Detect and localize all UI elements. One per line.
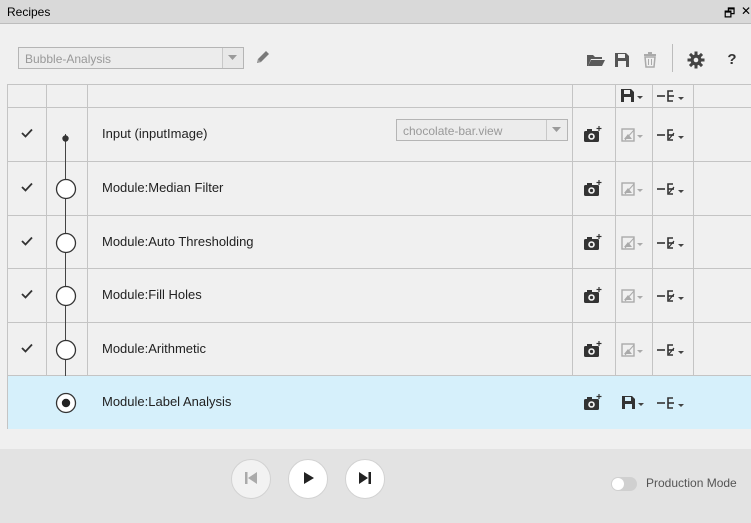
- input-node-icon: [62, 131, 69, 145]
- checkmark-icon[interactable]: [21, 181, 33, 195]
- export-dropdown-icon[interactable]: [657, 236, 687, 250]
- gear-icon[interactable]: [686, 50, 706, 70]
- restore-icon[interactable]: 🗗: [724, 4, 735, 25]
- module-node-icon: [55, 285, 77, 310]
- module-node-icon: [55, 178, 77, 203]
- checkmark-icon[interactable]: [21, 288, 33, 302]
- step-name: Module:Auto Thresholding: [102, 234, 254, 249]
- skip-back-button[interactable]: [231, 459, 271, 499]
- grid-line: [7, 84, 751, 85]
- export-dropdown-icon[interactable]: [657, 343, 687, 357]
- help-icon[interactable]: ?: [722, 49, 742, 69]
- step-name: Input (inputImage): [102, 126, 208, 141]
- production-mode-toggle[interactable]: [611, 477, 637, 491]
- view-select-value: chocolate-bar.view: [403, 124, 503, 138]
- recipe-select[interactable]: Bubble-Analysis: [18, 47, 244, 69]
- snapshot-camera-icon[interactable]: [583, 340, 603, 358]
- title-bar: Recipes 🗗 ✕: [0, 0, 751, 24]
- toolbar-separator: [672, 44, 673, 72]
- window-title: Recipes: [7, 5, 51, 19]
- chevron-down-icon[interactable]: [546, 120, 567, 140]
- checkmark-icon[interactable]: [21, 342, 33, 356]
- skip-back-icon: [243, 470, 259, 489]
- export-image-icon[interactable]: [621, 288, 647, 304]
- snapshot-camera-icon[interactable]: [583, 393, 603, 411]
- view-select[interactable]: chocolate-bar.view: [396, 119, 568, 141]
- step-name: Module:Fill Holes: [102, 287, 202, 302]
- snapshot-camera-icon[interactable]: [583, 233, 603, 251]
- export-image-icon[interactable]: [621, 235, 647, 251]
- snapshot-camera-icon[interactable]: [583, 286, 603, 304]
- export-dropdown-icon[interactable]: [657, 289, 687, 303]
- recipe-steps-table: Input (inputImage) chocolate-bar.view Mo…: [7, 84, 751, 429]
- module-node-icon: [55, 232, 77, 257]
- save-dropdown-icon[interactable]: [620, 88, 646, 104]
- module-node-icon: [55, 339, 77, 364]
- export-image-icon[interactable]: [621, 342, 647, 358]
- folder-open-icon[interactable]: [586, 50, 606, 70]
- step-forward-icon: [357, 470, 373, 489]
- step-name: Module:Median Filter: [102, 180, 224, 195]
- trash-icon[interactable]: [640, 50, 660, 70]
- play-icon: [300, 470, 316, 489]
- export-dropdown-icon[interactable]: [657, 182, 687, 196]
- step-name: Module:Label Analysis: [102, 394, 232, 409]
- play-button[interactable]: [288, 459, 328, 499]
- selected-node-icon: [55, 392, 77, 417]
- export-dropdown-icon[interactable]: [657, 396, 687, 410]
- checkmark-icon[interactable]: [21, 127, 33, 141]
- export-image-icon[interactable]: [621, 181, 647, 197]
- export-dropdown-icon[interactable]: [657, 89, 687, 103]
- recipe-select-value: Bubble-Analysis: [25, 52, 112, 66]
- close-icon[interactable]: ✕: [741, 4, 751, 18]
- chevron-down-icon[interactable]: [222, 48, 243, 68]
- production-mode-label: Production Mode: [646, 476, 737, 490]
- export-image-icon[interactable]: [621, 127, 647, 143]
- step-name: Module:Arithmetic: [102, 341, 207, 356]
- export-dropdown-icon[interactable]: [657, 128, 687, 142]
- save-icon[interactable]: [612, 50, 632, 70]
- step-forward-button[interactable]: [345, 459, 385, 499]
- save-dropdown-icon[interactable]: [621, 395, 647, 411]
- toggle-knob: [612, 478, 624, 490]
- snapshot-camera-icon[interactable]: [583, 125, 603, 143]
- checkmark-icon[interactable]: [21, 235, 33, 249]
- snapshot-camera-icon[interactable]: [583, 179, 603, 197]
- table-footer: [7, 429, 751, 449]
- pencil-icon[interactable]: [253, 47, 273, 67]
